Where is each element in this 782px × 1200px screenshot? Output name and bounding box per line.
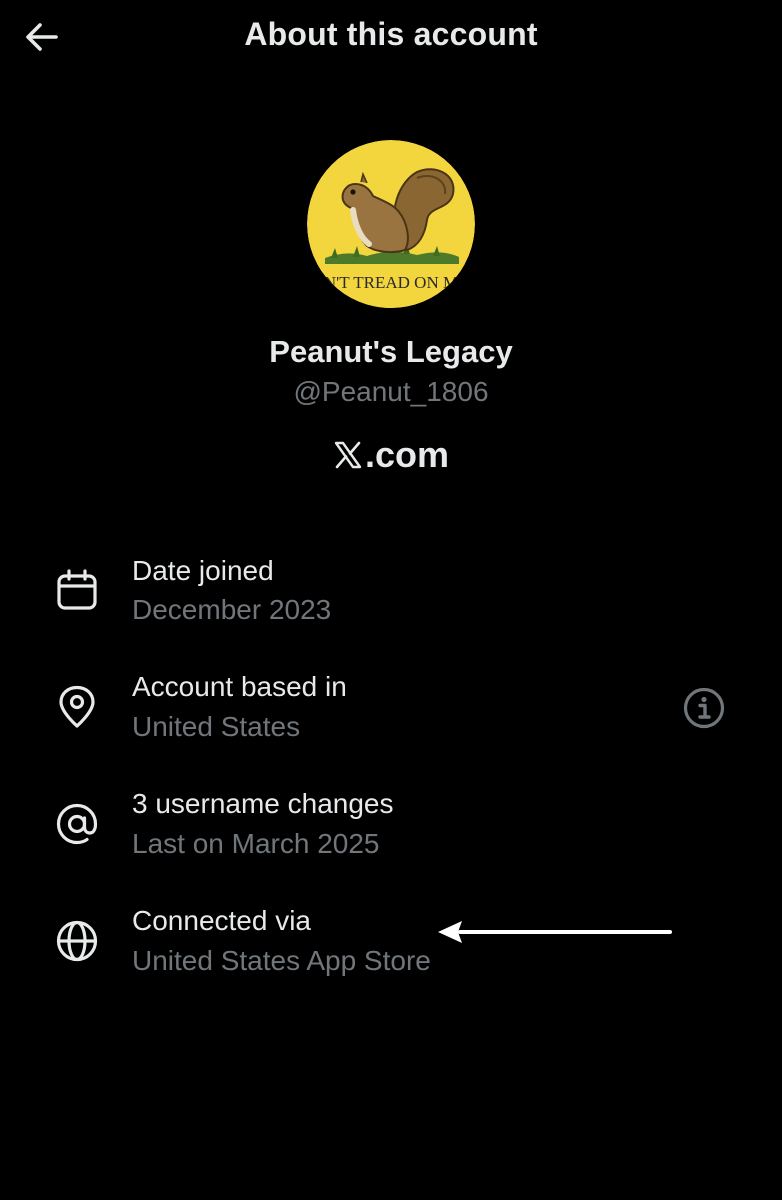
- handle: @Peanut_1806: [293, 376, 489, 407]
- info-icon: [683, 687, 725, 729]
- detail-subtitle: Last on March 2025: [132, 828, 380, 859]
- detail-subtitle: United States App Store: [132, 945, 431, 976]
- detail-row-connected-via: Connected via United States App Store: [0, 0, 782, 976]
- detail-title: Account based in: [132, 671, 347, 702]
- platform-suffix: .com: [364, 434, 450, 475]
- calendar-icon: [55, 568, 99, 612]
- x-logo-icon: [333, 440, 363, 470]
- info-button[interactable]: [680, 684, 728, 732]
- detail-title: Date joined: [132, 555, 274, 586]
- detail-subtitle: December 2023: [132, 594, 332, 625]
- globe-icon: [55, 919, 99, 963]
- squirrel-avatar-image: N'T TREAD ON M: [307, 140, 475, 308]
- detail-title: 3 username changes: [132, 788, 394, 819]
- avatar-caption: N'T TREAD ON M: [324, 273, 458, 292]
- location-pin-icon: [55, 685, 99, 729]
- display-name: Peanut's Legacy: [269, 334, 513, 369]
- detail-title: Connected via: [132, 905, 312, 936]
- platform-label: .com: [0, 434, 782, 476]
- detail-subtitle: United States: [132, 711, 301, 742]
- at-sign-icon: [55, 802, 99, 846]
- avatar[interactable]: N'T TREAD ON M: [307, 140, 475, 308]
- annotation-arrow-icon: [436, 916, 676, 948]
